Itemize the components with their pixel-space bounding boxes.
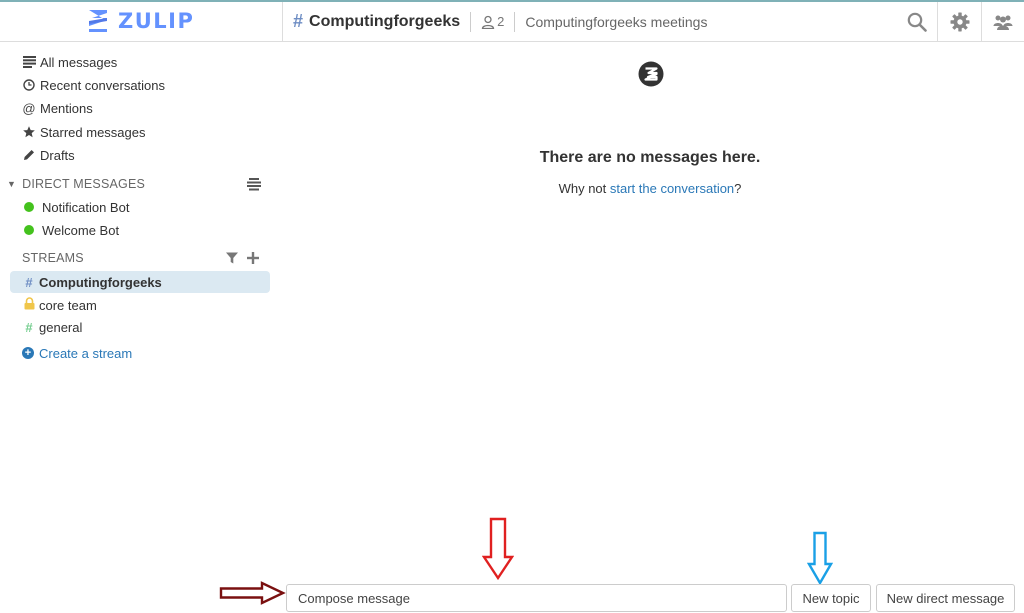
direct-messages-header[interactable]: ▼ DIRECT MESSAGES bbox=[7, 175, 145, 193]
stream-item-core-team[interactable]: core team bbox=[10, 294, 270, 316]
stream-hash-icon: # bbox=[293, 11, 304, 31]
section-label: DIRECT MESSAGES bbox=[22, 177, 146, 191]
at-icon: @ bbox=[22, 100, 36, 116]
users-button[interactable] bbox=[981, 2, 1024, 41]
empty-feed-suffix: ? bbox=[734, 181, 742, 196]
stream-item-label: general bbox=[39, 319, 83, 335]
sidebar-item-label: All messages bbox=[40, 54, 118, 70]
sidebar-item-mentions[interactable]: @ Mentions bbox=[22, 98, 93, 118]
pencil-icon bbox=[22, 148, 36, 162]
stream-item-label: Computingforgeeks bbox=[39, 274, 162, 290]
dm-item-label: Welcome Bot bbox=[42, 222, 120, 238]
stream-hash-icon: # bbox=[25, 319, 33, 335]
dm-item-label: Notification Bot bbox=[42, 199, 130, 215]
sidebar-item-label: Recent conversations bbox=[40, 77, 166, 93]
sidebar-item-recent-conversations[interactable]: Recent conversations bbox=[22, 75, 165, 95]
plus-circle-icon: + bbox=[22, 347, 34, 359]
online-status-icon bbox=[24, 225, 34, 235]
gear-icon bbox=[950, 12, 969, 31]
start-conversation-link[interactable]: start the conversation bbox=[610, 181, 734, 196]
logo-text: ZULIP bbox=[118, 9, 195, 33]
stream-item-general[interactable]: # general bbox=[10, 316, 270, 338]
dm-item-notification-bot[interactable]: Notification Bot bbox=[24, 197, 129, 217]
sidebar-item-label: Drafts bbox=[40, 147, 75, 163]
dm-list-icon[interactable] bbox=[247, 175, 261, 193]
empty-feed-title: There are no messages here. bbox=[539, 149, 761, 166]
settings-button[interactable] bbox=[937, 2, 981, 41]
stream-title[interactable]: Computingforgeeks bbox=[309, 13, 460, 31]
star-icon bbox=[22, 125, 36, 139]
stream-hash-icon: # bbox=[25, 274, 33, 290]
add-stream-icon[interactable] bbox=[247, 249, 259, 267]
stream-description: Computingforgeeks meetings bbox=[525, 13, 708, 30]
sidebar-item-label: Starred messages bbox=[40, 124, 146, 140]
create-stream-link[interactable]: + Create a stream bbox=[22, 343, 132, 363]
empty-feed-prefix: Why not bbox=[558, 181, 610, 196]
stream-header: # Computingforgeeks 2 Computingforgeeks … bbox=[282, 2, 707, 41]
stream-item-computingforgeeks[interactable]: # Computingforgeeks bbox=[10, 271, 270, 293]
search-button[interactable] bbox=[897, 2, 937, 41]
section-label: STREAMS bbox=[22, 251, 84, 265]
search-icon bbox=[907, 12, 927, 32]
stream-item-label: core team bbox=[39, 297, 97, 313]
divider bbox=[470, 11, 472, 32]
online-status-icon bbox=[24, 202, 34, 212]
clock-icon bbox=[22, 78, 36, 92]
sidebar-item-starred-messages[interactable]: Starred messages bbox=[22, 122, 146, 142]
streams-header[interactable]: STREAMS bbox=[22, 249, 84, 267]
new-topic-button[interactable]: New topic bbox=[791, 584, 871, 612]
sidebar-item-drafts[interactable]: Drafts bbox=[22, 145, 75, 165]
zulip-logo-icon bbox=[89, 10, 107, 32]
caret-down-icon: ▼ bbox=[7, 179, 17, 189]
lock-icon bbox=[22, 297, 36, 313]
subscriber-count-value: 2 bbox=[497, 14, 505, 29]
sidebar-item-label: Mentions bbox=[40, 100, 93, 116]
sidebar-item-all-messages[interactable]: All messages bbox=[22, 52, 117, 72]
subscriber-count[interactable]: 2 bbox=[481, 14, 504, 29]
compose-message-input[interactable] bbox=[286, 584, 787, 612]
annotation-arrow-right bbox=[219, 581, 286, 605]
empty-feed-subtitle: Why not start the conversation? bbox=[480, 181, 820, 196]
dm-item-welcome-bot[interactable]: Welcome Bot bbox=[24, 220, 119, 240]
new-direct-message-button[interactable]: New direct message bbox=[876, 584, 1015, 612]
users-icon bbox=[993, 15, 1013, 30]
annotation-arrow-down-blue bbox=[807, 531, 833, 585]
filter-streams-icon[interactable] bbox=[226, 249, 238, 267]
create-stream-label: Create a stream bbox=[39, 345, 133, 361]
user-icon bbox=[481, 15, 495, 29]
left-sidebar: All messages Recent conversations @ Ment… bbox=[0, 42, 280, 562]
annotation-arrow-down-red bbox=[482, 517, 514, 581]
all-messages-icon bbox=[22, 55, 36, 69]
zulip-logo[interactable]: ZULIP bbox=[86, 8, 194, 34]
top-navbar: ZULIP # Computingforgeeks 2 Computingfor… bbox=[0, 0, 1024, 42]
zulip-empty-icon bbox=[638, 61, 664, 87]
divider bbox=[514, 11, 516, 32]
